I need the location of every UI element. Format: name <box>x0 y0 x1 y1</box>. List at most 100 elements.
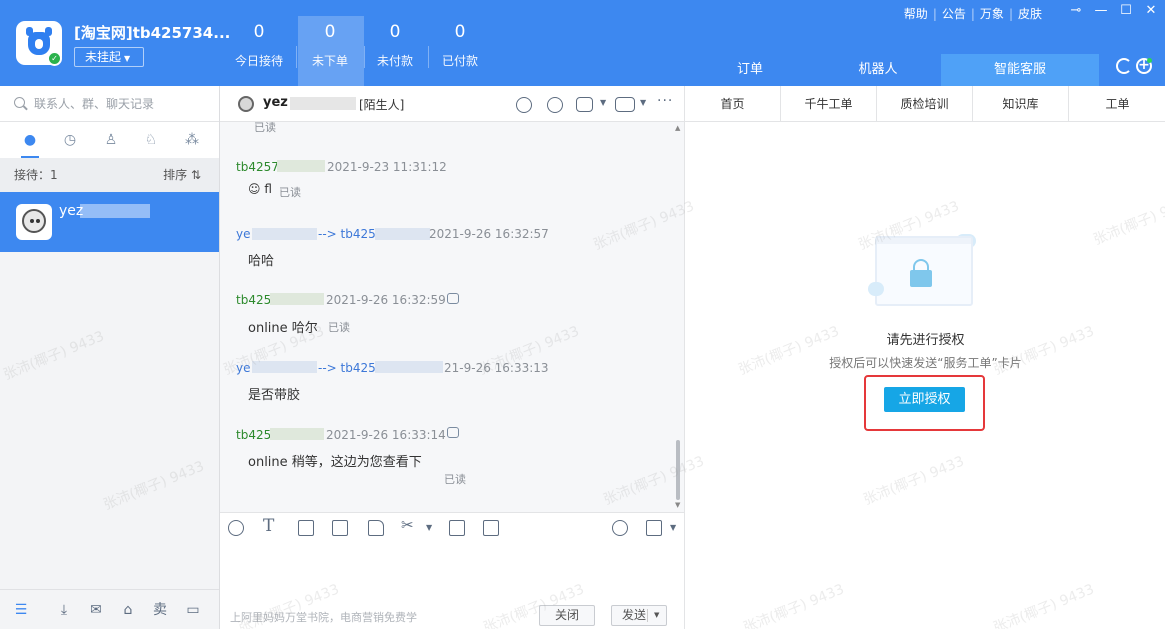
record-icon[interactable] <box>646 520 662 536</box>
forward-icon[interactable] <box>612 520 628 536</box>
shop-icon[interactable]: ⌂ <box>120 602 136 618</box>
scissors-caret-icon[interactable]: ▼ <box>426 523 432 532</box>
message-text: online 哈尔 <box>248 321 318 336</box>
message-sender: tb425 <box>236 293 272 307</box>
robot-icon <box>447 293 459 304</box>
message-time: 2021-9-23 11:31:12 <box>327 160 447 174</box>
video-icon[interactable] <box>615 97 635 112</box>
top-links: 帮助 | 公告 | 万象 | 皮肤 <box>899 5 1047 22</box>
tab-robot[interactable]: 机器人 <box>818 54 938 86</box>
quick-reply-icon[interactable] <box>516 97 532 113</box>
search-input[interactable] <box>34 95 204 113</box>
chat-history[interactable]: 已读 tb4257 2021-9-23 11:31:12 ☺ fl 已读 ye … <box>220 122 684 512</box>
chat-bubble-icon[interactable]: ● <box>21 131 39 149</box>
stat-paid[interactable]: 0 已付款 <box>428 20 492 69</box>
input-toolbar: T ✂ ▼ ▼ <box>220 512 684 542</box>
chat-header: yez [陌生人] ▼ ▼ ··· <box>220 86 684 122</box>
calendar-caret-icon[interactable]: ▼ <box>600 98 606 107</box>
contact-mini-avatar <box>238 96 254 112</box>
tab-ticket[interactable]: 工单 <box>1069 86 1165 122</box>
message-time: 21-9-26 16:33:13 <box>444 361 549 375</box>
app-window: ✓ [淘宝网]tb425734... 未挂起 ▼ 0 今日接待 0 未下单 0 未付款 … <box>0 0 1165 629</box>
authorize-button[interactable]: 立即授权 <box>884 387 965 412</box>
scroll-down-arrow[interactable]: ▼ <box>675 501 680 509</box>
minimize-icon[interactable]: — <box>1091 3 1111 18</box>
stat-today-received[interactable]: 0 今日接待 <box>227 20 291 69</box>
name-mosaic <box>80 204 150 218</box>
contact-panel: ● ◷ ♙ ♘ ⁂ 接待：1 排序 ⇅ yez ☰ ⤓ ✉ ⌂ 卖 ▭ <box>0 86 220 629</box>
record-caret-icon[interactable]: ▼ <box>670 523 676 532</box>
more-icon[interactable]: ··· <box>657 93 673 109</box>
tab-qc-training[interactable]: 质检培训 <box>877 86 973 122</box>
queue-count: 接待：1 <box>14 168 58 182</box>
status-dropdown[interactable]: 未挂起 ▼ <box>74 47 144 67</box>
tab-smart-service[interactable]: 智能客服 <box>941 54 1099 86</box>
chat-name-mosaic <box>290 97 356 110</box>
clock-icon[interactable]: ◷ <box>61 131 79 149</box>
tab-knowledge-base[interactable]: 知识库 <box>973 86 1069 122</box>
skin-link[interactable]: 皮肤 <box>1013 7 1047 21</box>
message-time: 2021-9-26 16:32:57 <box>429 227 549 241</box>
sell-icon[interactable]: 卖 <box>152 602 168 618</box>
video-clip-icon[interactable] <box>332 520 348 536</box>
auth-title: 请先进行授权 <box>886 333 965 348</box>
menu-icon[interactable]: ☰ <box>13 602 29 618</box>
scissors-icon[interactable]: ✂ <box>401 516 414 534</box>
read-status: 已读 <box>279 186 301 199</box>
chat-contact-name: yez <box>263 95 288 110</box>
qianniu-logo[interactable]: ✓ <box>16 21 62 66</box>
notice-link[interactable]: 公告 <box>937 7 971 21</box>
maximize-icon[interactable]: ☐ <box>1116 3 1136 18</box>
robot-icon <box>447 427 459 438</box>
close-icon[interactable]: ✕ <box>1141 3 1161 18</box>
stat-unpaid[interactable]: 0 未付款 <box>363 20 427 69</box>
message-time: 2021-9-26 16:33:14 <box>326 428 446 442</box>
tab-qianniu-ticket[interactable]: 千牛工单 <box>781 86 877 122</box>
tab-orders[interactable]: 订单 <box>700 54 800 86</box>
online-check-icon: ✓ <box>47 51 62 66</box>
send-button[interactable]: 发送 ▼ <box>611 605 667 626</box>
close-button[interactable]: 关闭 <box>539 605 595 626</box>
message-compose: 上阿里妈妈万堂书院，电商营销免费学 关闭 发送 ▼ <box>220 542 684 629</box>
image-icon[interactable] <box>298 520 314 536</box>
chat-scrollbar[interactable] <box>676 440 680 500</box>
folder-icon[interactable] <box>368 520 384 536</box>
org-tree-icon[interactable]: ⁂ <box>183 131 201 149</box>
contact-nav-tabs: ● ◷ ♙ ♘ ⁂ <box>0 122 219 158</box>
clipboard-icon[interactable] <box>483 520 499 536</box>
tab-home[interactable]: 首页 <box>685 86 781 122</box>
calculator-icon[interactable] <box>449 520 465 536</box>
message-text: ☺ fl <box>248 182 272 196</box>
lock-illustration <box>875 236 973 306</box>
scroll-up-arrow[interactable]: ▲ <box>675 124 680 132</box>
add-contact-icon[interactable] <box>547 97 563 113</box>
message-input[interactable] <box>230 548 670 600</box>
message-recipient: --> tb425 <box>318 361 376 375</box>
person-icon[interactable]: ♙ <box>102 131 120 149</box>
pin-icon[interactable]: ⊸ <box>1066 3 1086 18</box>
decor-blob <box>868 282 884 296</box>
wanxiang-link[interactable]: 万象 <box>975 7 1009 21</box>
contact-item-active[interactable]: yez <box>0 192 219 252</box>
message-sender: ye <box>236 361 251 375</box>
download-icon[interactable]: ⤓ <box>56 602 72 618</box>
calendar-icon[interactable] <box>576 97 593 112</box>
read-status: 已读 <box>254 122 276 134</box>
font-icon[interactable]: T <box>263 516 274 536</box>
account-name: [淘宝网]tb425734... <box>74 24 231 42</box>
group-icon[interactable]: ♘ <box>142 131 160 149</box>
mail-icon[interactable]: ✉ <box>88 602 104 618</box>
message-text: online 稍等，这边为您查看下 <box>248 455 422 470</box>
stat-not-ordered[interactable]: 0 未下单 <box>298 20 362 69</box>
search-icon <box>14 97 25 108</box>
smart-service-panel: 首页 千牛工单 质检培训 知识库 工单 请先进行授权 授权后可以快速发送“服务工… <box>684 86 1165 629</box>
promo-text[interactable]: 上阿里妈妈万堂书院，电商营销免费学 <box>230 609 417 625</box>
sort-button[interactable]: 排序 ⇅ <box>163 166 201 183</box>
help-link[interactable]: 帮助 <box>899 7 933 21</box>
message-sender: tb4257 <box>236 160 279 174</box>
video-caret-icon[interactable]: ▼ <box>640 98 646 107</box>
refresh-icon[interactable] <box>1116 58 1132 74</box>
emoji-icon[interactable] <box>228 520 244 536</box>
window-icon[interactable]: ▭ <box>185 602 201 618</box>
auth-subtitle: 授权后可以快速发送“服务工单”卡片 <box>829 356 1022 370</box>
